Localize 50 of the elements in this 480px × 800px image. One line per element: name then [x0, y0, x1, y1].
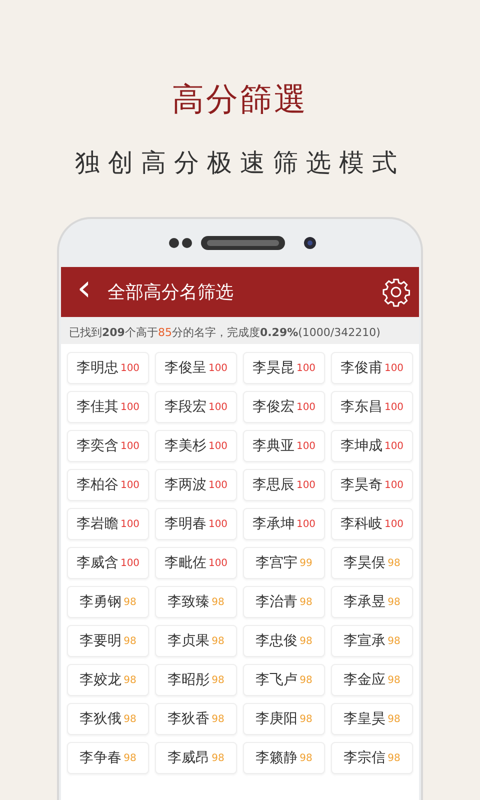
name-chip[interactable]: 李美杉 100: [155, 430, 237, 462]
name-chip[interactable]: 李致臻 98: [155, 586, 237, 618]
name-chip[interactable]: 李宫宇 99: [243, 547, 325, 579]
name-chip[interactable]: 李俊甫 100: [331, 352, 413, 384]
name-chip[interactable]: 李明春 100: [155, 508, 237, 540]
name-chip[interactable]: 李柏谷 100: [67, 469, 149, 501]
name-chip[interactable]: 李东昌 100: [331, 391, 413, 423]
name-chip[interactable]: 李狄香 98: [155, 703, 237, 735]
summary-text: 已找到209个高于85分的名字，完成度0.29%(1000/342210): [69, 326, 380, 339]
name-chip[interactable]: 李要明 98: [67, 625, 149, 657]
name-chip[interactable]: 李籁静 98: [243, 742, 325, 774]
name-chip[interactable]: 李忠俊 98: [243, 625, 325, 657]
back-button[interactable]: ‹: [71, 271, 98, 313]
name-chip[interactable]: 李皇昊 98: [331, 703, 413, 735]
name-chip[interactable]: 李承坤 100: [243, 508, 325, 540]
name-chip[interactable]: 李承昱 98: [331, 586, 413, 618]
name-chip[interactable]: 李飞卢 98: [243, 664, 325, 696]
name-chip[interactable]: 李典亚 100: [243, 430, 325, 462]
name-chip[interactable]: 李威含 100: [67, 547, 149, 579]
name-chip[interactable]: 李昊昆 100: [243, 352, 325, 384]
name-chip[interactable]: 李坤成 100: [331, 430, 413, 462]
name-chip[interactable]: 李思辰 100: [243, 469, 325, 501]
screen-title: 全部高分名筛选: [107, 281, 234, 304]
name-chip[interactable]: 李佳其 100: [67, 391, 149, 423]
tagline: 独创高分极速筛选模式: [75, 147, 405, 179]
name-chip[interactable]: 李贞果 98: [155, 625, 237, 657]
name-chip[interactable]: 李段宏 100: [155, 391, 237, 423]
name-chip[interactable]: 李金应 98: [331, 664, 413, 696]
name-chip[interactable]: 李宣承 98: [331, 625, 413, 657]
name-chip[interactable]: 李毗佐 100: [155, 547, 237, 579]
name-chip[interactable]: 李姣龙 98: [67, 664, 149, 696]
name-chip[interactable]: 李庚阳 98: [243, 703, 325, 735]
name-chip[interactable]: 李昊俣 98: [331, 547, 413, 579]
name-chip[interactable]: 李两波 100: [155, 469, 237, 501]
name-chip[interactable]: 李岩瞻 100: [67, 508, 149, 540]
name-chip[interactable]: 李俊呈 100: [155, 352, 237, 384]
name-chip[interactable]: 李威昂 98: [155, 742, 237, 774]
name-chip[interactable]: 李狄俄 98: [67, 703, 149, 735]
headline: 高分篩選: [172, 79, 308, 120]
name-chip[interactable]: 李科岐 100: [331, 508, 413, 540]
name-chip[interactable]: 李奕含 100: [67, 430, 149, 462]
name-chip[interactable]: 李治青 98: [243, 586, 325, 618]
name-chip[interactable]: 李宗信 98: [331, 742, 413, 774]
name-chip[interactable]: 李昊奇 100: [331, 469, 413, 501]
name-chip[interactable]: 李勇钢 98: [67, 586, 149, 618]
name-chip[interactable]: 李争春 98: [67, 742, 149, 774]
name-chip[interactable]: 李昭彤 98: [155, 664, 237, 696]
name-chip[interactable]: 李俊宏 100: [243, 391, 325, 423]
settings-icon[interactable]: [381, 277, 411, 307]
name-chip[interactable]: 李明忠 100: [67, 352, 149, 384]
